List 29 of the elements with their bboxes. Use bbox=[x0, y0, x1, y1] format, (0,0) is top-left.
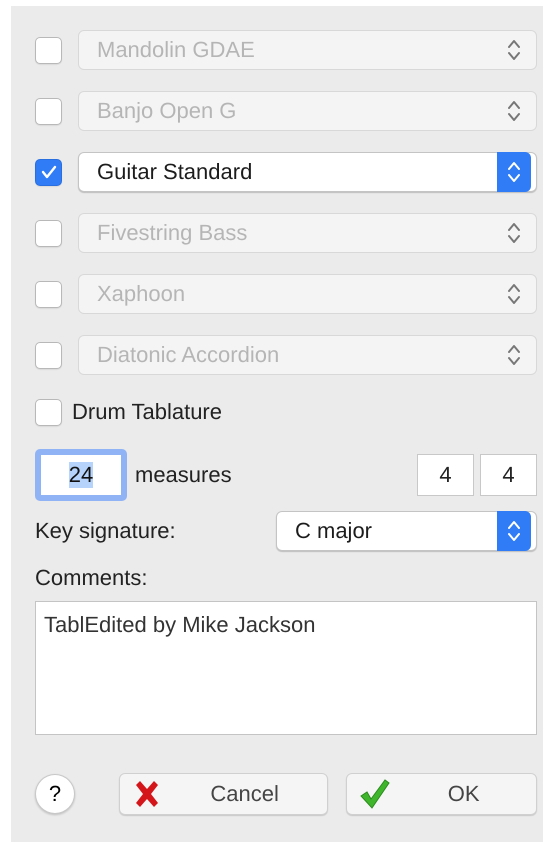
checkmark-icon bbox=[359, 778, 392, 810]
stepper-arrows-icon bbox=[507, 282, 521, 306]
comments-label: Comments: bbox=[35, 565, 148, 591]
checkmark-icon bbox=[40, 165, 56, 179]
key-signature-label: Key signature: bbox=[35, 518, 177, 544]
checkbox[interactable] bbox=[35, 158, 62, 186]
help-button[interactable]: ? bbox=[35, 774, 75, 814]
cancel-button[interactable]: Cancel bbox=[118, 773, 328, 815]
stepper-arrows-icon bbox=[507, 519, 521, 543]
time-signature-field[interactable]: 4 bbox=[480, 454, 537, 496]
stepper-arrows-icon bbox=[507, 38, 521, 62]
checkbox[interactable] bbox=[35, 342, 62, 368]
key-signature-dropdown[interactable]: C major bbox=[276, 511, 537, 551]
time-signature-field[interactable]: 4 bbox=[417, 454, 474, 496]
measures-field[interactable]: 24 bbox=[35, 449, 127, 501]
tuning-dropdown[interactable]: Guitar Standard bbox=[78, 152, 537, 192]
checkbox-label[interactable]: Drum Tablature bbox=[72, 399, 222, 425]
checkbox[interactable] bbox=[35, 98, 62, 124]
stepper-arrows-icon bbox=[507, 343, 521, 367]
stepper-arrows-icon bbox=[507, 221, 521, 245]
checkbox[interactable] bbox=[35, 220, 62, 246]
checkbox[interactable] bbox=[35, 398, 62, 426]
checkbox[interactable] bbox=[35, 280, 62, 308]
ok-button[interactable]: OK bbox=[346, 773, 537, 815]
stepper-arrows-icon bbox=[507, 99, 521, 123]
comments-field[interactable]: TablEdited by Mike Jackson bbox=[35, 601, 537, 735]
checkbox[interactable] bbox=[35, 36, 62, 64]
stepper-arrows-icon bbox=[507, 160, 521, 184]
measures-label: measures bbox=[135, 462, 233, 488]
